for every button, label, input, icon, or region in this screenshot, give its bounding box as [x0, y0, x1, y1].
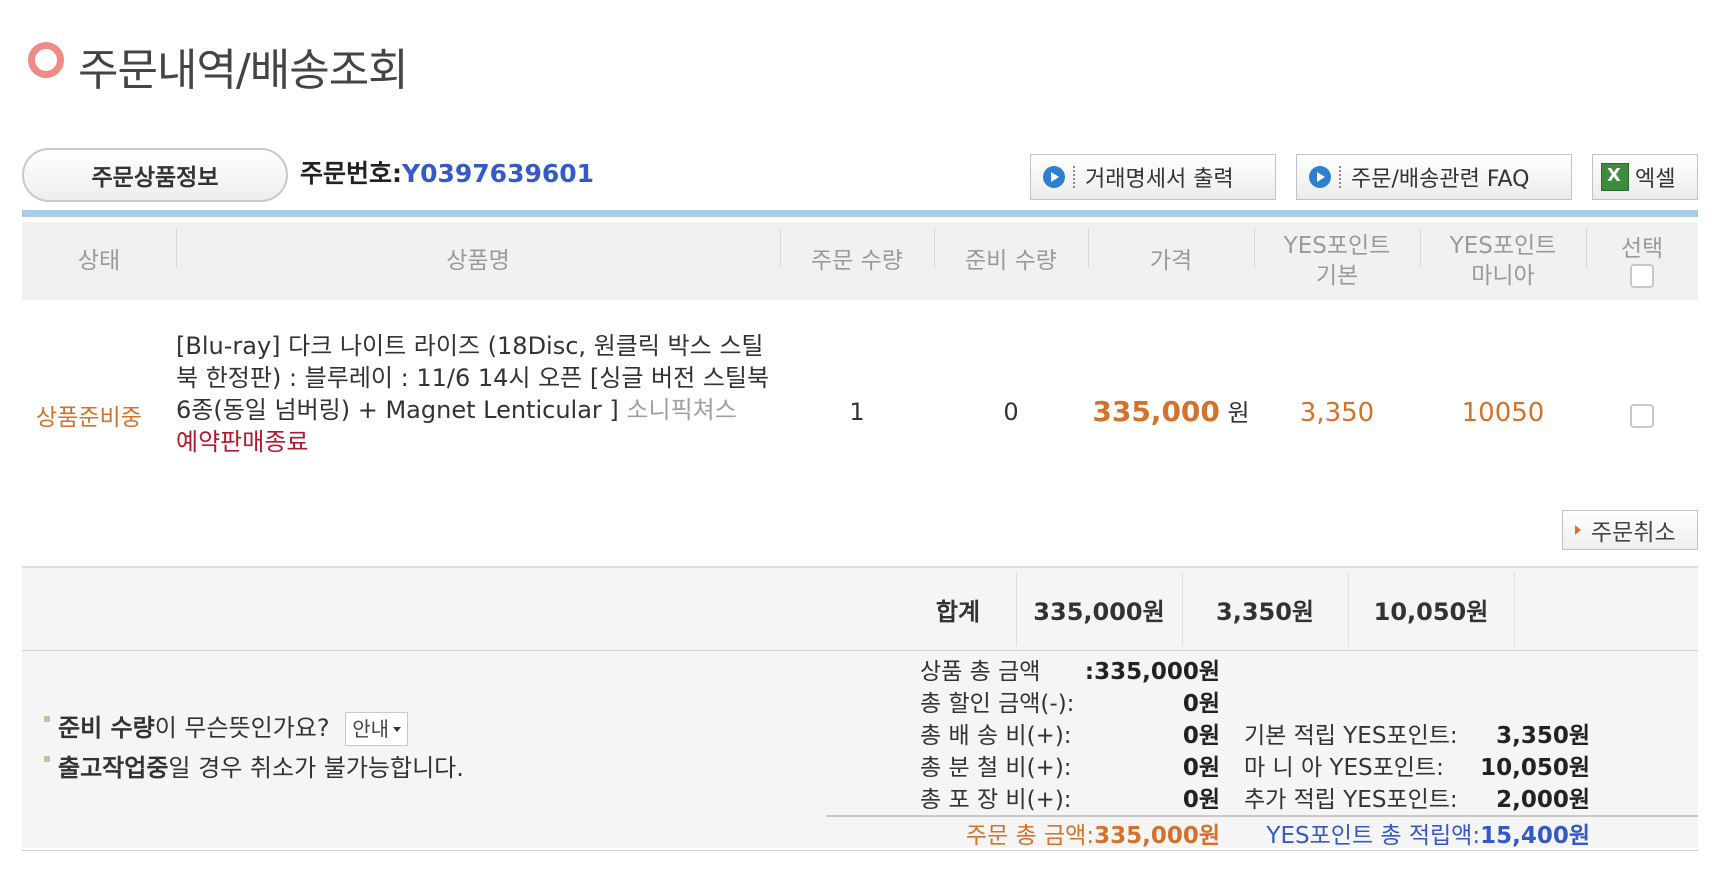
points-label: 기본 적립 YES포인트:	[1244, 723, 1458, 749]
tab-order-product-info[interactable]: 주문상품정보	[22, 148, 288, 202]
note-shipping-work: 출고작업중일 경우 취소가 불가능합니다.	[44, 748, 464, 788]
header-yes-basic: YES포인트 기본	[1283, 233, 1391, 289]
price-value: 335,000 원	[1088, 393, 1254, 428]
header-select: 선택	[1586, 222, 1698, 300]
print-statement-button[interactable]: 거래명세서 출력	[1030, 154, 1276, 200]
guide-dropdown-button[interactable]: 안내	[345, 712, 409, 746]
summary-label: 합계	[935, 597, 981, 626]
print-statement-label: 거래명세서 출력	[1085, 167, 1234, 192]
breakdown-value: :335,000원	[1084, 659, 1220, 685]
cancel-order-button[interactable]: 주문취소	[1562, 510, 1698, 550]
order-faq-label: 주문/배송관련 FAQ	[1351, 167, 1530, 192]
product-name: [Blu-ray] 다크 나이트 라이즈 (18Disc, 원클릭 박스 스틸북…	[176, 330, 776, 458]
breakdown-value: 0원	[1182, 755, 1220, 781]
header-ready-qty: 준비 수량	[965, 248, 1057, 274]
page-title: 주문내역/배송조회	[78, 45, 409, 96]
play-circle-icon	[1043, 166, 1065, 188]
bottom-divider	[22, 850, 1698, 851]
grand-order-total: 주문 총 금액:335,000원	[965, 823, 1220, 849]
price-amount: 335,000	[1092, 395, 1220, 428]
order-qty-value: 1	[849, 398, 865, 426]
select-all-checkbox[interactable]	[1630, 264, 1654, 288]
header-yes-mania: YES포인트 마니아	[1449, 233, 1557, 289]
order-number-value[interactable]: Y0397639601	[402, 159, 594, 188]
cancel-order-label: 주문취소	[1591, 520, 1676, 546]
presale-status: 예약판매종료	[176, 428, 309, 456]
summary-bottom-divider	[22, 650, 1698, 651]
table-top-bar	[22, 210, 1698, 217]
header-price: 가격	[1149, 248, 1193, 274]
help-notes: 준비 수량이 무슨뜻인가요? 안내 출고작업중일 경우 취소가 불가능합니다.	[44, 708, 464, 788]
header-order-qty: 주문 수량	[811, 248, 903, 274]
excel-button[interactable]: 엑셀	[1592, 154, 1698, 200]
item-select-checkbox[interactable]	[1630, 404, 1654, 428]
order-number-label: 주문번호:	[300, 159, 402, 188]
order-number: 주문번호:Y0397639601	[300, 154, 594, 190]
summary-divider	[1514, 572, 1515, 646]
header-product: 상품명	[446, 248, 510, 274]
breakdown-value: 0원	[1182, 723, 1220, 749]
points-value: 10,050원	[1480, 755, 1590, 781]
points-value: 2,000원	[1496, 787, 1590, 813]
item-status: 상품준비중	[36, 405, 142, 431]
yes-basic-value: 3,350	[1299, 398, 1375, 428]
yes-mania-value: 10050	[1461, 398, 1545, 428]
play-circle-icon	[1309, 166, 1331, 188]
product-maker: 소니픽쳐스	[626, 396, 737, 424]
note-ready-qty: 준비 수량이 무슨뜻인가요? 안내	[44, 708, 464, 748]
summary-yes-basic: 3,350원	[1216, 597, 1314, 626]
ready-qty-value: 0	[1003, 398, 1019, 426]
points-label: 마 니 아 YES포인트:	[1244, 755, 1444, 781]
header-status: 상태	[77, 248, 121, 274]
grand-points-total: YES포인트 총 적립액:15,400원	[1266, 823, 1590, 849]
dotted-separator	[1339, 166, 1341, 188]
caret-down-icon	[393, 726, 402, 732]
excel-label: 엑셀	[1635, 167, 1676, 192]
excel-icon	[1601, 163, 1629, 191]
breakdown-value: 0원	[1182, 787, 1220, 813]
title-circle-icon	[28, 42, 64, 78]
breakdown-value: 0원	[1182, 691, 1220, 717]
dotted-separator	[1073, 166, 1075, 188]
bullet-icon	[44, 716, 50, 722]
order-faq-button[interactable]: 주문/배송관련 FAQ	[1296, 154, 1572, 200]
points-label: 추가 적립 YES포인트:	[1244, 787, 1458, 813]
bullet-icon	[44, 756, 50, 762]
summary-price: 335,000원	[1033, 597, 1165, 626]
summary-yes-mania: 10,050원	[1373, 597, 1489, 626]
triangle-right-icon	[1575, 525, 1581, 535]
price-unit: 원	[1227, 399, 1250, 427]
points-value: 3,350원	[1496, 723, 1590, 749]
